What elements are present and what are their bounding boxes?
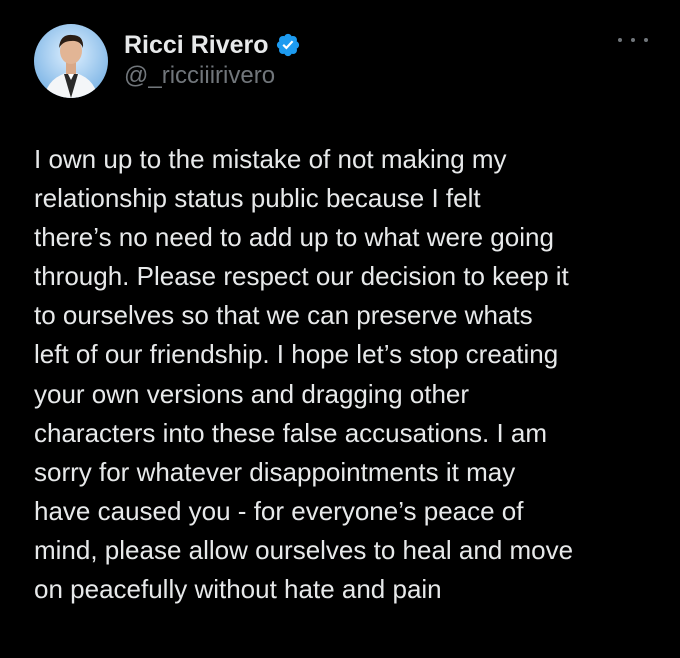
more-options-icon[interactable] [618,30,648,50]
tweet-line: left of our friendship. I hope let’s sto… [34,339,559,370]
verified-badge-icon [275,32,301,58]
tweet-line: sorry for whatever disappointments it ma… [34,456,516,487]
tweet-line: relationship status public because I fel… [34,183,481,214]
tweet-text: I own up to the mistake of not making my… [34,140,654,609]
more-dot [618,38,622,42]
tweet-line: there’s no need to add up to what were g… [34,222,554,253]
avatar[interactable] [34,24,108,98]
avatar-image [34,24,108,98]
tweet-line: I own up to the mistake of not making my [34,144,507,174]
tweet-line: to ourselves so that we can preserve wha… [34,300,533,331]
tweet-line: have caused you - for everyone’s peace o… [34,495,524,526]
author-handle[interactable]: @_ricciiirivero [124,62,275,90]
more-dot [631,38,635,42]
display-name[interactable]: Ricci Rivero [124,31,269,60]
tweet-line: on peacefully without hate and pain [34,574,442,605]
more-dot [644,38,648,42]
tweet-line: characters into these false accusations.… [34,417,548,448]
author-name-row[interactable]: Ricci Rivero [124,30,301,60]
tweet-line: through. Please respect our decision to … [34,261,569,292]
tweet-card: Ricci Rivero @_ricciiirivero I own up to… [0,0,680,658]
tweet-line: your own versions and dragging other [34,378,470,409]
tweet-line: mind, please allow ourselves to heal and… [34,534,574,565]
